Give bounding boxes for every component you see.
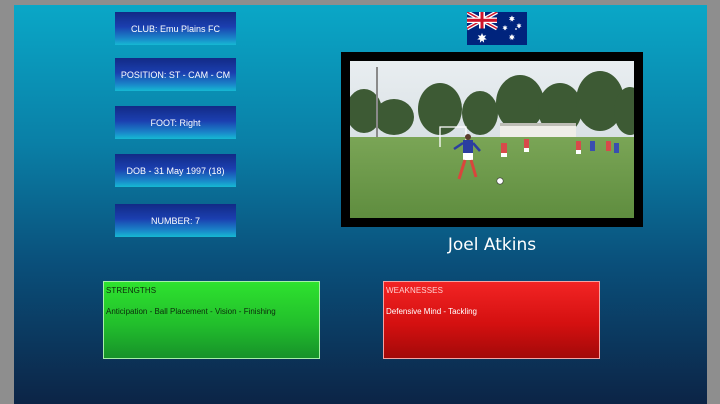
light-pole (376, 67, 378, 137)
number-box: NUMBER: 7 (115, 204, 236, 237)
australia-flag-icon (467, 12, 527, 45)
dob-box: DOB - 31 May 1997 (18) (115, 154, 236, 187)
profile-slide: CLUB: Emu Plains FC POSITION: ST - CAM -… (14, 5, 707, 404)
player-name: Joel Atkins (447, 235, 537, 255)
strengths-heading: STRENGTHS (106, 286, 157, 295)
number-text: NUMBER: 7 (150, 215, 200, 226)
position-box: POSITION: ST - CAM - CM (115, 58, 236, 91)
football-match-image (350, 61, 634, 218)
foot-text: FOOT: Right (150, 117, 201, 128)
position-text: POSITION: ST - CAM - CM (120, 69, 231, 80)
weaknesses-text: Defensive Mind - Tackling (386, 307, 478, 316)
club-text: CLUB: Emu Plains FC (130, 23, 221, 34)
match-photo (341, 52, 643, 227)
union-jack (467, 12, 498, 31)
weaknesses-heading: WEAKNESSES (386, 286, 444, 295)
dob-text: DOB - 31 May 1997 (18) (126, 165, 225, 176)
strengths-text: Anticipation - Ball Placement - Vision -… (106, 307, 276, 316)
club-box: CLUB: Emu Plains FC (115, 12, 236, 45)
foot-box: FOOT: Right (115, 106, 236, 139)
grandstand (500, 125, 576, 139)
strengths-panel: STRENGTHS Anticipation - Ball Placement … (103, 281, 320, 359)
weaknesses-panel: WEAKNESSES Defensive Mind - Tackling (383, 281, 600, 359)
ball (496, 177, 504, 185)
